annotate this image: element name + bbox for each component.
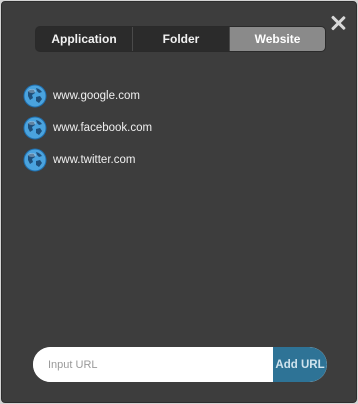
list-item[interactable]: www.facebook.com [23, 116, 152, 140]
close-icon[interactable] [328, 13, 348, 33]
website-dialog: Application Folder Website www.google.co… [1, 1, 357, 403]
url-input-group: Add URL [33, 347, 327, 382]
globe-icon [23, 148, 47, 172]
list-item[interactable]: www.google.com [23, 84, 152, 108]
tab-application[interactable]: Application [36, 27, 132, 51]
url-label: www.twitter.com [53, 154, 136, 166]
globe-icon [23, 116, 47, 140]
url-label: www.facebook.com [53, 122, 153, 134]
tab-bar: Application Folder Website [35, 26, 326, 52]
url-input[interactable] [33, 347, 273, 382]
tab-folder[interactable]: Folder [132, 27, 229, 51]
url-label: www.google.com [53, 90, 140, 102]
add-url-button[interactable]: Add URL [273, 347, 327, 382]
tab-website[interactable]: Website [229, 27, 325, 51]
url-list: www.google.com www.facebook.com www.twit… [23, 84, 152, 180]
list-item[interactable]: www.twitter.com [23, 148, 152, 172]
globe-icon [23, 84, 47, 108]
